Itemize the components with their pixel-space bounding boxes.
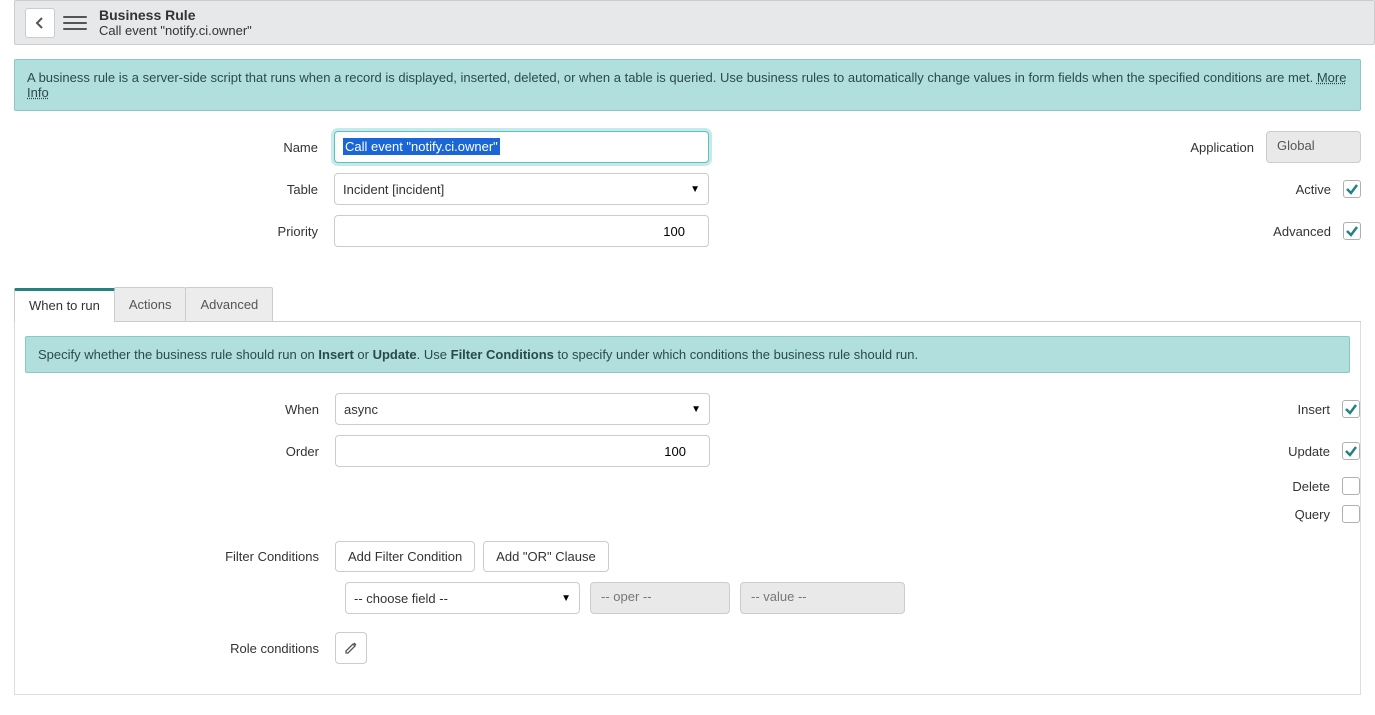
delete-label: Delete	[1292, 479, 1330, 494]
record-name: Call event "notify.ci.owner"	[99, 23, 252, 38]
tab-info-banner: Specify whether the business rule should…	[25, 336, 1350, 373]
chevron-down-icon: ▼	[691, 404, 701, 415]
header-title: Business Rule Call event "notify.ci.owne…	[99, 7, 252, 38]
chevron-down-icon: ▼	[561, 593, 571, 604]
when-select[interactable]: async ▼	[335, 393, 710, 425]
filter-operator: -- oper --	[590, 582, 730, 614]
table-label: Table	[14, 182, 334, 197]
tab-bar: When to run Actions Advanced	[14, 287, 1361, 322]
menu-button[interactable]	[63, 11, 87, 35]
query-label: Query	[1295, 507, 1330, 522]
order-input[interactable]	[335, 435, 710, 467]
hamburger-icon	[63, 16, 87, 18]
add-or-clause-button[interactable]: Add "OR" Clause	[483, 541, 609, 572]
tab-actions[interactable]: Actions	[114, 287, 187, 321]
filter-value: -- value --	[740, 582, 905, 614]
active-label: Active	[1296, 182, 1331, 197]
info-banner: A business rule is a server-side script …	[14, 59, 1361, 111]
advanced-label: Advanced	[1273, 224, 1331, 239]
insert-label: Insert	[1297, 402, 1330, 417]
tab-advanced[interactable]: Advanced	[185, 287, 273, 321]
chevron-left-icon	[34, 17, 46, 29]
priority-input[interactable]	[334, 215, 709, 247]
insert-checkbox[interactable]	[1342, 400, 1360, 418]
update-checkbox[interactable]	[1342, 442, 1360, 460]
update-label: Update	[1288, 444, 1330, 459]
when-label: When	[15, 402, 335, 417]
application-label: Application	[1190, 140, 1254, 155]
filter-field-select[interactable]: -- choose field -- ▼	[345, 582, 580, 614]
chevron-down-icon: ▼	[690, 184, 700, 195]
advanced-checkbox[interactable]	[1343, 222, 1361, 240]
back-button[interactable]	[25, 8, 55, 38]
add-filter-condition-button[interactable]: Add Filter Condition	[335, 541, 475, 572]
table-select[interactable]: Incident [incident] ▼	[334, 173, 709, 205]
priority-label: Priority	[14, 224, 334, 239]
role-conditions-label: Role conditions	[15, 641, 335, 656]
record-type: Business Rule	[99, 7, 252, 23]
active-checkbox[interactable]	[1343, 180, 1361, 198]
filter-conditions-label: Filter Conditions	[15, 549, 335, 564]
delete-checkbox[interactable]	[1342, 477, 1360, 495]
name-label: Name	[14, 140, 334, 155]
edit-role-conditions-button[interactable]	[335, 632, 367, 664]
page-header: Business Rule Call event "notify.ci.owne…	[14, 0, 1375, 45]
tab-content: Specify whether the business rule should…	[14, 322, 1361, 695]
application-value: Global	[1266, 131, 1361, 163]
pencil-icon	[344, 641, 358, 655]
order-label: Order	[15, 444, 335, 459]
query-checkbox[interactable]	[1342, 505, 1360, 523]
tab-when-to-run[interactable]: When to run	[14, 288, 115, 322]
